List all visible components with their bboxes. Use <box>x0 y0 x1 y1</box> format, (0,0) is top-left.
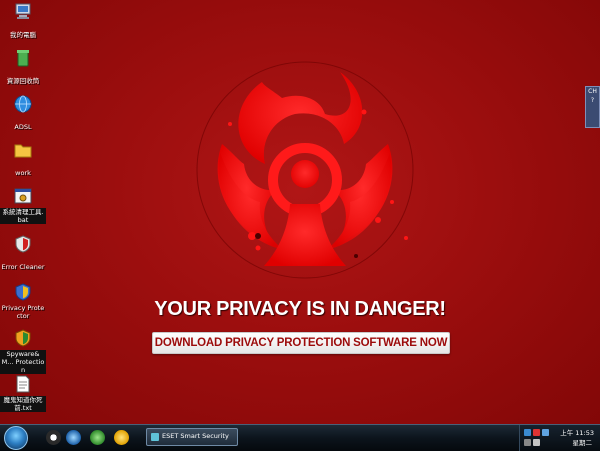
volume-tray-icon[interactable] <box>524 439 531 446</box>
network-tray-icon[interactable] <box>524 429 531 436</box>
language-bar-help: ? <box>590 97 595 104</box>
eset-icon <box>151 433 159 441</box>
clock-day: 星期二 <box>572 439 593 447</box>
security-tray-icon[interactable] <box>533 429 540 436</box>
desktop-icon-adsl[interactable]: ADSL <box>0 94 46 133</box>
quicklaunch-camera-icon[interactable] <box>46 430 61 445</box>
desktop-icon-work-folder[interactable]: work <box>0 140 46 179</box>
text-file-icon <box>16 375 30 393</box>
biohazard-symbol <box>196 61 414 279</box>
desktop-icon-label: Error Cleaner <box>1 263 45 271</box>
headline: YOUR PRIVACY IS IN DANGER! <box>154 298 446 320</box>
desktop-icon-spyware-protection[interactable]: Spyware&M... Protection <box>0 328 46 376</box>
computer-icon <box>15 3 31 19</box>
download-software-button[interactable]: DOWNLOAD PRIVACY PROTECTION SOFTWARE NOW <box>152 332 450 354</box>
recycle-bin-icon <box>17 50 29 67</box>
desktop-icon-label: Spyware&M... Protection <box>0 350 46 374</box>
desktop-icon-label: 魔鬼知道你死前.txt <box>0 396 46 412</box>
taskbar: ESET Smart Security 上午 11:53 星期二 <box>0 424 600 451</box>
desktop-icon-label: 資源回收筒 <box>6 77 40 85</box>
desktop-icon-label: 系統清理工具.bat <box>0 208 46 224</box>
language-bar-text: CH <box>588 88 597 95</box>
desktop: 我的電腦 資源回收筒 ADSL work 系統清理工具.bat Error Cl… <box>0 0 600 424</box>
desktop-icon-error-cleaner[interactable]: Error Cleaner <box>0 234 46 273</box>
media-player-icon[interactable] <box>66 430 81 445</box>
folder-icon <box>14 144 32 158</box>
messenger-icon[interactable] <box>90 430 105 445</box>
desktop-icon-label: ADSL <box>14 123 32 131</box>
batch-file-icon <box>14 188 32 204</box>
shield-icon <box>15 329 31 347</box>
system-tray: 上午 11:53 星期二 <box>519 425 600 451</box>
tray-icon[interactable] <box>533 439 540 446</box>
start-button[interactable] <box>4 426 28 450</box>
shield-icon <box>15 235 31 253</box>
desktop-icon-cleanup-bat[interactable]: 系統清理工具.bat <box>0 186 46 226</box>
tray-icon[interactable] <box>542 429 549 436</box>
desktop-icon-my-computer[interactable]: 我的電腦 <box>0 2 46 41</box>
desktop-icon-text-file[interactable]: 魔鬼知道你死前.txt <box>0 374 46 414</box>
clock-time[interactable]: 上午 11:53 <box>560 427 594 437</box>
desktop-icon-recycle-bin[interactable]: 資源回收筒 <box>0 48 46 87</box>
language-bar-widget[interactable]: CH ? <box>585 86 600 128</box>
desktop-icon-label: work <box>15 169 31 177</box>
taskbar-item-eset[interactable]: ESET Smart Security <box>146 428 238 446</box>
desktop-icon-label: 我的電腦 <box>10 31 36 39</box>
taskbar-item-label: ESET Smart Security <box>162 432 229 440</box>
network-globe-icon <box>14 95 32 113</box>
chat-app-icon[interactable] <box>114 430 129 445</box>
